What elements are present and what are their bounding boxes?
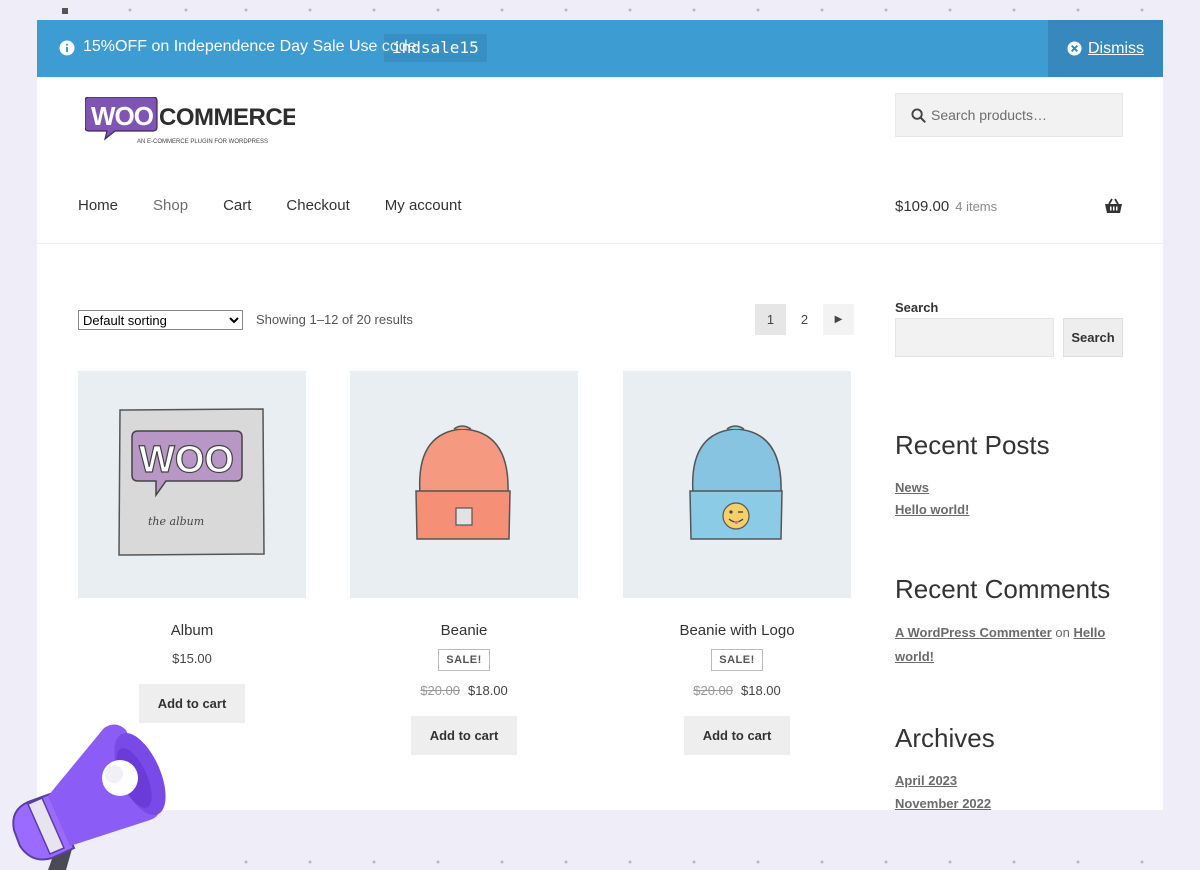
recent-comments-title: Recent Comments	[895, 574, 1111, 604]
comment-post-link-cont[interactable]: world!	[895, 649, 934, 664]
search-widget-label: Search	[895, 300, 939, 315]
add-to-cart-button[interactable]: Add to cart	[410, 716, 518, 755]
sorting-select[interactable]: Default sorting	[78, 310, 243, 330]
page-1: 1	[755, 304, 786, 335]
comment-on-text: on	[1055, 625, 1070, 640]
search-products-input[interactable]	[931, 94, 1116, 136]
megaphone-icon	[12, 724, 166, 870]
product-image-beanie-with-logo[interactable]	[623, 371, 851, 598]
result-count: Showing 1–12 of 20 results	[256, 312, 413, 327]
nav-my-account[interactable]: My account	[385, 197, 462, 214]
svg-text:WOO: WOO	[91, 101, 154, 131]
product-name[interactable]: Album	[78, 622, 306, 639]
basket-icon[interactable]	[1104, 198, 1123, 214]
price-sale: $18.00	[468, 683, 508, 698]
dismiss-button[interactable]: Dismiss	[1048, 20, 1163, 77]
close-circle-icon	[1067, 41, 1082, 56]
recent-post-link[interactable]: Hello world!	[895, 502, 969, 517]
album-art-word: WOO	[139, 439, 234, 481]
nav-home[interactable]: Home	[78, 197, 118, 214]
archive-link[interactable]: November 2022	[895, 796, 991, 810]
notice-text: 15%OFF on Independence Day Sale Use code…	[83, 38, 421, 55]
comment-post-link[interactable]: Hello	[1073, 625, 1105, 640]
svg-text:COMMERCE: COMMERCE	[159, 104, 295, 131]
product-card-beanie-with-logo: Beanie with Logo SALE! $20.00 $18.00 Add …	[623, 371, 851, 755]
price-sale: $18.00	[741, 683, 781, 698]
next-page-icon[interactable]: ▶	[823, 304, 854, 335]
nav-shop[interactable]: Shop	[153, 197, 188, 214]
beanie-with-logo-image	[689, 425, 783, 540]
search-icon	[911, 108, 926, 123]
album-art-caption: the album	[148, 515, 204, 528]
woocommerce-logo[interactable]: WOO COMMERCE AN E-COMMERCE PLUGIN FOR WO…	[85, 97, 295, 147]
sidebar-search-input[interactable]	[895, 318, 1054, 357]
cart-total: $109.00	[895, 198, 950, 215]
nav-cart[interactable]: Cart	[223, 197, 251, 214]
page-2[interactable]: 2	[789, 304, 820, 335]
album-image: WOO the album	[118, 408, 265, 556]
add-to-cart-button[interactable]: Add to cart	[683, 716, 791, 755]
sidebar-search-button[interactable]: Search	[1063, 318, 1123, 357]
product-image-album[interactable]: WOO the album	[78, 371, 306, 598]
comment-author-link[interactable]: A WordPress Commenter	[895, 625, 1052, 640]
add-to-cart-button[interactable]: Add to cart	[138, 684, 246, 723]
svg-text:AN E-COMMERCE PLUGIN FOR WORDP: AN E-COMMERCE PLUGIN FOR WORDPRESS	[137, 139, 268, 145]
recent-comment: A WordPress Commenter on Hello world!	[895, 621, 1123, 669]
price-regular: $20.00	[420, 683, 460, 698]
product-price: $20.00 $18.00	[350, 683, 578, 698]
primary-navigation: Home Shop Cart Checkout My account	[78, 197, 496, 214]
archive-link[interactable]: April 2023	[895, 773, 957, 788]
product-card-album: WOO the album Album $15.00 Add to cart	[78, 371, 306, 723]
store-notice: 15%OFF on Independence Day Sale Use code…	[37, 20, 1163, 77]
nav-checkout[interactable]: Checkout	[286, 197, 349, 214]
product-price: $20.00 $18.00	[623, 683, 851, 698]
recent-posts-title: Recent Posts	[895, 430, 1050, 460]
product-image-beanie[interactable]	[350, 371, 578, 598]
sale-badge: SALE!	[711, 649, 763, 671]
product-price: $15.00	[78, 651, 306, 666]
dismiss-label[interactable]: Dismiss	[1088, 40, 1144, 58]
price-current: $15.00	[172, 651, 212, 666]
beanie-image	[415, 425, 511, 540]
sidebar: Search Search Recent Posts News Hello wo…	[895, 300, 1123, 810]
archives-title: Archives	[895, 723, 995, 753]
pagination: 1 2 ▶	[755, 304, 854, 335]
sale-badge: SALE!	[438, 649, 490, 671]
price-regular: $20.00	[693, 683, 733, 698]
header-cart[interactable]: $109.00 4 items	[895, 198, 997, 215]
cart-item-count: 4 items	[955, 199, 998, 214]
header-divider	[37, 243, 1163, 244]
product-search[interactable]	[895, 93, 1123, 137]
recent-post-link[interactable]: News	[895, 480, 929, 495]
coupon-code: indsale15	[384, 34, 487, 62]
store-page: 15%OFF on Independence Day Sale Use code…	[37, 20, 1163, 810]
info-icon	[59, 40, 75, 56]
product-card-beanie: Beanie SALE! $20.00 $18.00 Add to cart	[350, 371, 578, 755]
product-name[interactable]: Beanie	[350, 622, 578, 639]
product-name[interactable]: Beanie with Logo	[623, 622, 851, 639]
